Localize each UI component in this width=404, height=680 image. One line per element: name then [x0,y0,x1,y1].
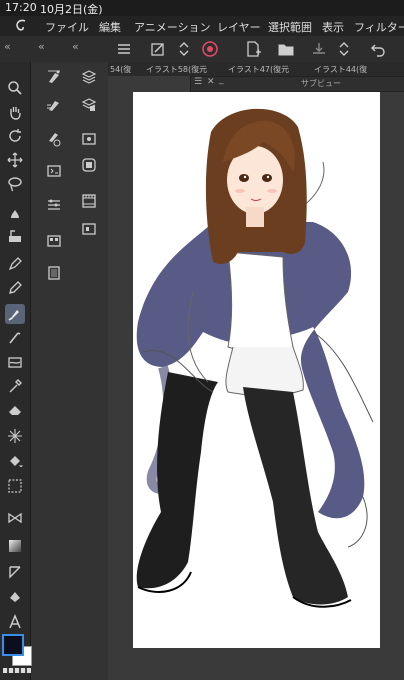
status-time: 17:20 [5,1,37,14]
undo-icon[interactable] [368,39,388,59]
transparent-color-chip[interactable] [3,668,31,673]
bucket-icon[interactable] [5,452,25,472]
updown-icon[interactable] [174,39,194,59]
zoom-icon[interactable] [5,78,25,98]
app-logo-icon[interactable] [13,18,29,34]
tool-property-icon[interactable] [45,196,63,214]
dropper-icon[interactable] [5,376,25,396]
illustration [136,108,374,608]
updown-icon-2[interactable] [334,39,354,59]
menu-edit[interactable]: 編集 [99,19,121,35]
navigator-icon[interactable] [80,130,98,148]
material-icon[interactable] [45,162,63,180]
color-circle-icon[interactable] [45,130,63,148]
subview-panel: ☰ ✕ _ サブビュー [190,75,404,92]
eyedropper-icon[interactable] [5,202,25,222]
history-icon[interactable] [45,264,63,282]
gradient-icon[interactable] [5,536,25,556]
watercolor-icon[interactable] [5,352,25,372]
foreground-color-chip[interactable] [2,634,24,656]
new-file-icon[interactable] [243,39,263,59]
drawing-canvas[interactable] [133,92,380,648]
tool-palette [0,62,31,680]
hand-icon[interactable] [5,102,25,122]
menu-filter[interactable]: フィルター [354,19,404,35]
pen-icon[interactable] [5,254,25,274]
subview-minimize-icon[interactable]: _ [219,75,224,85]
canvas-tabs: 54(復 イラスト58(復元 イラスト47(復元 イラスト44(復 [108,62,404,76]
fill-icon[interactable] [5,226,25,246]
figure-icon[interactable] [5,562,25,582]
collapse-icon[interactable]: « [38,40,45,53]
brush-size-icon[interactable] [45,68,63,86]
menu-animation[interactable]: アニメーション [134,19,211,35]
brush-density-icon[interactable] [45,96,63,114]
tab-document-3[interactable]: イラスト47(復元 [228,64,289,75]
color-chips[interactable] [2,634,32,674]
sub-tool-palette [31,62,108,680]
frame-icon[interactable] [5,586,25,606]
command-bar: « « « [0,36,404,63]
record-icon[interactable] [200,39,220,59]
eraser-icon[interactable] [5,400,25,420]
open-folder-icon[interactable] [276,39,296,59]
brush-icon[interactable] [5,304,25,324]
menu-view[interactable]: 表示 [322,19,344,35]
collapse-left-icon[interactable]: « [4,40,11,53]
lasso-icon[interactable] [5,174,25,194]
animation-cels-icon[interactable] [80,220,98,238]
ribbon-icon[interactable] [5,508,25,528]
menu-icon[interactable] [114,39,134,59]
status-bar: 17:20 10月2日(金) [0,0,404,16]
text-icon[interactable] [5,612,25,632]
menu-file[interactable]: ファイル [45,19,89,35]
save-icon[interactable] [309,39,329,59]
subview-title: サブビュー [301,79,341,88]
tab-document-1[interactable]: 54(復 [110,64,131,75]
tab-document-2[interactable]: イラスト58(復元 [146,64,207,75]
menu-bar: ファイル 編集 アニメーション レイヤー 選択範囲 表示 フィルター [0,16,404,36]
tab-document-4[interactable]: イラスト44(復 [314,64,367,75]
menu-layer[interactable]: レイヤー [217,19,261,35]
rotate-icon[interactable] [5,126,25,146]
layer-property-icon[interactable] [80,96,98,114]
canvas-settings-icon[interactable] [148,39,168,59]
subview-menu-icon[interactable]: ☰ [194,77,202,87]
blend-icon[interactable] [5,476,25,496]
timeline-icon[interactable] [80,192,98,210]
layers-icon[interactable] [80,68,98,86]
move-icon[interactable] [5,150,25,170]
menu-selection[interactable]: 選択範囲 [268,19,312,35]
subview-close-icon[interactable]: ✕ [207,77,215,87]
sub-view-icon[interactable] [80,156,98,174]
sparkle-icon[interactable] [5,426,25,446]
collapse-icon-2[interactable]: « [72,40,79,53]
airbrush-icon[interactable] [5,328,25,348]
pencil-icon[interactable] [5,278,25,298]
color-set-icon[interactable] [45,232,63,250]
status-date: 10月2日(金) [40,3,103,16]
